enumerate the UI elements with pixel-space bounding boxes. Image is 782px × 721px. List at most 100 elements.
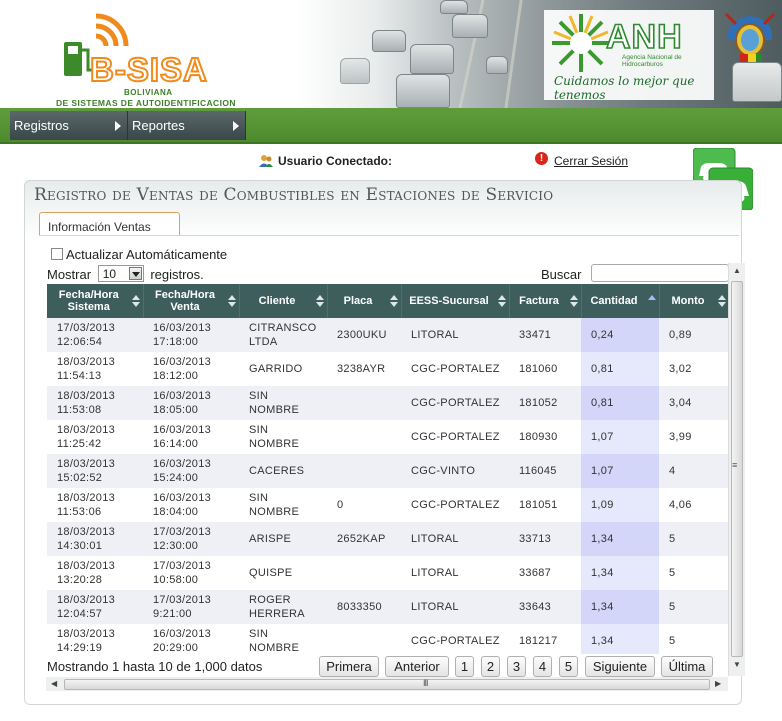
- traffic-car: [732, 62, 782, 102]
- table-row[interactable]: 18/03/2013 12:04:57 17/03/2013 9:21:00 ROGER…: [47, 590, 729, 624]
- table-row[interactable]: 18/03/2013 15:02:52 16/03/2013 15:24:00 CACE…: [47, 454, 729, 488]
- table-row[interactable]: 18/03/2013 11:54:13 16/03/2013 18:12:00 GARR…: [47, 352, 729, 386]
- next-page-button[interactable]: Siguiente: [585, 656, 655, 677]
- auto-refresh-checkbox[interactable]: [51, 248, 63, 260]
- traffic-car: [410, 44, 454, 74]
- traffic-car: [372, 30, 406, 52]
- cell-eess: CGC-VINTO: [401, 454, 509, 488]
- chevron-down-icon[interactable]: [128, 267, 142, 280]
- page-1-button[interactable]: 1: [455, 656, 474, 677]
- cell-monto: 5: [659, 624, 729, 654]
- cell-fecha-venta: 16/03/2013 15:24:00: [143, 454, 239, 488]
- horizontal-scroll-thumb[interactable]: [64, 679, 710, 690]
- cell-monto: 4,06: [659, 488, 729, 522]
- last-page-button[interactable]: Última: [661, 656, 713, 677]
- cell-fecha-sistema: 18/03/2013 12:04:57: [47, 590, 143, 624]
- scroll-down-icon[interactable]: ▼: [733, 660, 741, 669]
- sort-icon: [131, 295, 140, 307]
- table-body: 17/03/2013 12:06:54 16/03/2013 17:18:00 CITR…: [47, 318, 729, 654]
- cell-factura: 181052: [509, 386, 581, 420]
- cell-monto: 0,89: [659, 318, 729, 352]
- tab-label: Información Ventas: [48, 220, 151, 234]
- col-eess-sucursal[interactable]: EESS-Sucursal: [401, 284, 510, 318]
- cell-eess: CGC-PORTALEZ: [401, 624, 509, 654]
- cell-placa: 2652KAP: [327, 522, 401, 556]
- col-factura[interactable]: Factura: [509, 284, 582, 318]
- prev-page-button[interactable]: Anterior: [385, 656, 449, 677]
- cell-eess: LITORAL: [401, 318, 509, 352]
- search-input[interactable]: [591, 264, 729, 282]
- show-label: Mostrar: [47, 267, 92, 282]
- page-4-button[interactable]: 4: [533, 656, 552, 677]
- user-icon: [259, 155, 273, 167]
- scroll-right-icon[interactable]: ▶: [715, 679, 721, 688]
- page-2-button[interactable]: 2: [481, 656, 500, 677]
- cell-cantidad: 1,34: [581, 556, 659, 590]
- anh-logo: ANH Agencia Nacional de Hidrocarburos Cu…: [544, 10, 714, 102]
- grip-icon: ≡: [732, 460, 737, 470]
- cell-cantidad: 0,81: [581, 386, 659, 420]
- table-row[interactable]: 18/03/2013 14:30:01 17/03/2013 12:30:00 ARIS…: [47, 522, 729, 556]
- cell-fecha-venta: 16/03/2013 16:14:00: [143, 420, 239, 454]
- cell-cliente: CACERES: [239, 454, 327, 488]
- cell-factura: 181217: [509, 624, 581, 654]
- connected-user-label: Usuario Conectado:: [278, 154, 393, 168]
- cell-factura: 180930: [509, 420, 581, 454]
- table-row[interactable]: 18/03/2013 11:25:42 16/03/2013 16:14:00 SIN N…: [47, 420, 729, 454]
- col-fecha-sistema[interactable]: Fecha/Hora Sistema: [47, 284, 144, 318]
- search-label: Buscar: [541, 267, 582, 282]
- sort-icon: [497, 295, 506, 307]
- menu-label: Registros: [14, 118, 69, 133]
- table-row[interactable]: 18/03/2013 11:53:08 16/03/2013 18:05:00 SIN N…: [47, 386, 729, 420]
- cell-fecha-sistema: 18/03/2013 11:53:08: [47, 386, 143, 420]
- cell-cliente: SIN NOMBRE: [239, 488, 327, 522]
- first-page-button[interactable]: Primera: [319, 656, 379, 677]
- col-fecha-venta[interactable]: Fecha/Hora Venta: [143, 284, 240, 318]
- cell-eess: CGC-PORTALEZ: [401, 352, 509, 386]
- table-row[interactable]: 17/03/2013 12:06:54 16/03/2013 17:18:00 CITR…: [47, 318, 729, 352]
- col-cliente[interactable]: Cliente: [239, 284, 328, 318]
- cell-fecha-venta: 16/03/2013 18:12:00: [143, 352, 239, 386]
- table-row[interactable]: 18/03/2013 14:29:19 16/03/2013 20:29:00 SIN N…: [47, 624, 729, 654]
- cell-placa: [327, 420, 401, 454]
- cell-eess: CGC-PORTALEZ: [401, 420, 509, 454]
- table-row[interactable]: 18/03/2013 13:20:28 17/03/2013 10:58:00 QUIS…: [47, 556, 729, 590]
- cell-eess: LITORAL: [401, 522, 509, 556]
- cell-placa: 8033350: [327, 590, 401, 624]
- page-size-select[interactable]: 10: [97, 265, 144, 282]
- cell-placa: [327, 454, 401, 488]
- cell-monto: 3,04: [659, 386, 729, 420]
- arrow-right-icon: [233, 121, 239, 131]
- logout-icon[interactable]: !: [535, 152, 548, 165]
- tab-informacion-ventas[interactable]: Información Ventas: [39, 212, 180, 236]
- cell-fecha-sistema: 18/03/2013 15:02:52: [47, 454, 143, 488]
- cell-fecha-venta: 16/03/2013 18:04:00: [143, 488, 239, 522]
- cell-fecha-sistema: 18/03/2013 11:54:13: [47, 352, 143, 386]
- sales-panel: Registro de Ventas de Combustibles en Es…: [24, 180, 742, 705]
- cell-eess: CGC-PORTALEZ: [401, 488, 509, 522]
- road-line: [504, 0, 523, 108]
- sales-table: Fecha/Hora Sistema Fecha/Hora Venta Clie…: [47, 284, 729, 654]
- cell-fecha-venta: 17/03/2013 10:58:00: [143, 556, 239, 590]
- page-size-value: 10: [102, 267, 117, 281]
- table-row[interactable]: 18/03/2013 11:53:06 16/03/2013 18:04:00 SIN N…: [47, 488, 729, 522]
- logout-link[interactable]: Cerrar Sesión: [554, 154, 628, 168]
- arrow-right-icon: [115, 121, 121, 131]
- scroll-left-icon[interactable]: ◀: [51, 679, 57, 688]
- cell-cantidad: 1,34: [581, 590, 659, 624]
- page-3-button[interactable]: 3: [507, 656, 526, 677]
- page-5-button[interactable]: 5: [559, 656, 578, 677]
- menu-reportes[interactable]: Reportes: [128, 111, 246, 140]
- scroll-up-icon[interactable]: ▲: [733, 266, 741, 275]
- sort-icon: [389, 295, 398, 307]
- col-monto[interactable]: Monto: [659, 284, 729, 318]
- col-cantidad[interactable]: Cantidad: [581, 284, 660, 318]
- bsisa-subtitle: BOLIVIANA: [124, 88, 173, 97]
- traffic-car: [452, 14, 488, 38]
- cell-fecha-venta: 16/03/2013 20:29:00: [143, 624, 239, 654]
- user-bar: Usuario Conectado: ! Cerrar Sesión: [0, 152, 782, 172]
- page-title: Registro de Ventas de Combustibles en Es…: [34, 185, 554, 205]
- menu-registros[interactable]: Registros: [10, 111, 128, 140]
- col-placa[interactable]: Placa: [327, 284, 402, 318]
- cell-fecha-sistema: 18/03/2013 11:25:42: [47, 420, 143, 454]
